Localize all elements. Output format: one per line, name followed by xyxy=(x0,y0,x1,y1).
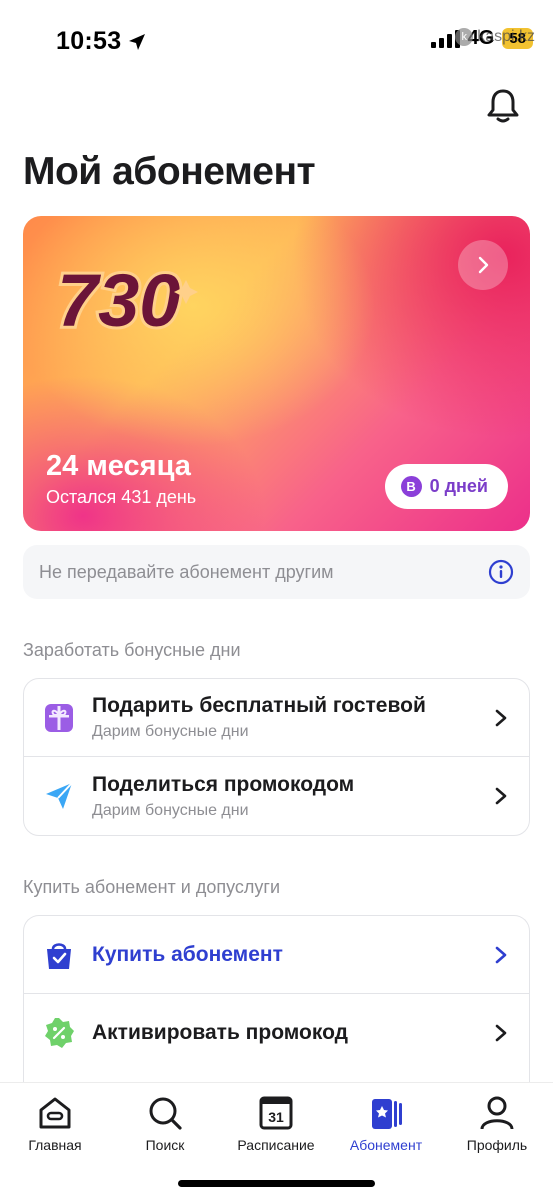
tab-profile-label: Профиль xyxy=(466,1137,528,1153)
tab-search[interactable]: Поиск xyxy=(110,1093,220,1153)
watermark-logo-icon: k xyxy=(455,28,474,46)
share-promo-title: Поделиться промокодом xyxy=(92,772,355,796)
buy-subscription-title: Купить абонемент xyxy=(92,942,283,966)
time-text: 10:53 xyxy=(56,27,122,55)
tab-search-label: Поиск xyxy=(145,1137,185,1153)
tab-membership[interactable]: Абонемент xyxy=(331,1093,441,1153)
status-time: 10:53 xyxy=(56,27,147,56)
chevron-right-icon xyxy=(495,709,507,726)
buy-section-label: Купить абонемент и допуслуги xyxy=(23,877,281,897)
bonus-b-icon: B xyxy=(400,476,422,497)
home-icon xyxy=(39,1097,71,1129)
bonus-section-label: Заработать бонусные дни xyxy=(23,640,241,660)
days-remaining: Остался 431 день xyxy=(46,487,197,507)
location-arrow-icon xyxy=(129,33,146,50)
chevron-right-icon xyxy=(495,787,507,805)
calendar-day: 31 xyxy=(268,1109,284,1125)
chevron-right-icon xyxy=(495,1024,507,1042)
list-item-activate-promo[interactable]: Активировать промокод xyxy=(24,994,529,1072)
send-icon xyxy=(42,779,76,813)
card-open-button[interactable] xyxy=(458,240,508,290)
home-indicator xyxy=(178,1180,375,1187)
profile-icon xyxy=(480,1096,514,1130)
info-icon[interactable] xyxy=(488,559,514,585)
activate-promo-title: Активировать промокод xyxy=(92,1021,348,1044)
gift-icon xyxy=(42,701,76,735)
subscription-duration: 24 месяца xyxy=(46,450,191,482)
promo-badge-icon xyxy=(42,1016,76,1050)
chevron-right-icon xyxy=(495,946,507,963)
bonus-days-badge[interactable]: B 0 дней xyxy=(384,464,508,509)
gift-guest-title: Подарить бесплатный гостевой xyxy=(92,694,426,717)
list-item-share-promo[interactable]: Поделиться промокодом Дарим бонусные дни xyxy=(24,757,529,835)
bonus-list: Подарить бесплатный гостевой Дарим бонус… xyxy=(23,678,530,836)
transfer-notice: Не передавайте абонемент другим xyxy=(23,545,530,599)
search-icon xyxy=(149,1097,182,1130)
tab-home[interactable]: Главная xyxy=(0,1093,110,1153)
bell-icon[interactable] xyxy=(483,86,523,126)
tab-schedule[interactable]: 31 Расписание xyxy=(221,1093,331,1153)
plan-logo: 730 xyxy=(54,256,198,345)
tab-schedule-label: Расписание xyxy=(237,1137,315,1153)
bonus-days-text: 0 дней xyxy=(429,476,488,496)
gift-guest-subtitle: Дарим бонусные дни xyxy=(92,723,249,740)
subscription-card[interactable]: 730 24 месяца Остался 431 день B 0 дней xyxy=(23,216,530,531)
chevron-right-icon xyxy=(478,256,489,274)
watermark-text: kaspi.kz xyxy=(477,28,535,45)
tab-profile[interactable]: Профиль xyxy=(442,1093,552,1153)
buy-list: Купить абонемент Активировать промокод xyxy=(23,915,530,1085)
share-promo-subtitle: Дарим бонусные дни xyxy=(92,801,249,819)
notice-text: Не передавайте абонемент другим xyxy=(39,561,334,582)
calendar-icon: 31 xyxy=(259,1096,293,1130)
list-item-buy-subscription[interactable]: Купить абонемент xyxy=(24,916,529,994)
page-title: Мой абонемент xyxy=(23,150,316,193)
watermark: k kaspi.kz xyxy=(455,28,535,46)
tab-membership-label: Абонемент xyxy=(349,1137,423,1153)
tab-home-label: Главная xyxy=(28,1137,82,1153)
membership-card-icon xyxy=(372,1099,402,1129)
shopping-bag-icon xyxy=(42,938,76,972)
plan-logo-text: 730 xyxy=(57,259,180,342)
list-item-gift-guest[interactable]: Подарить бесплатный гостевой Дарим бонус… xyxy=(24,679,529,757)
